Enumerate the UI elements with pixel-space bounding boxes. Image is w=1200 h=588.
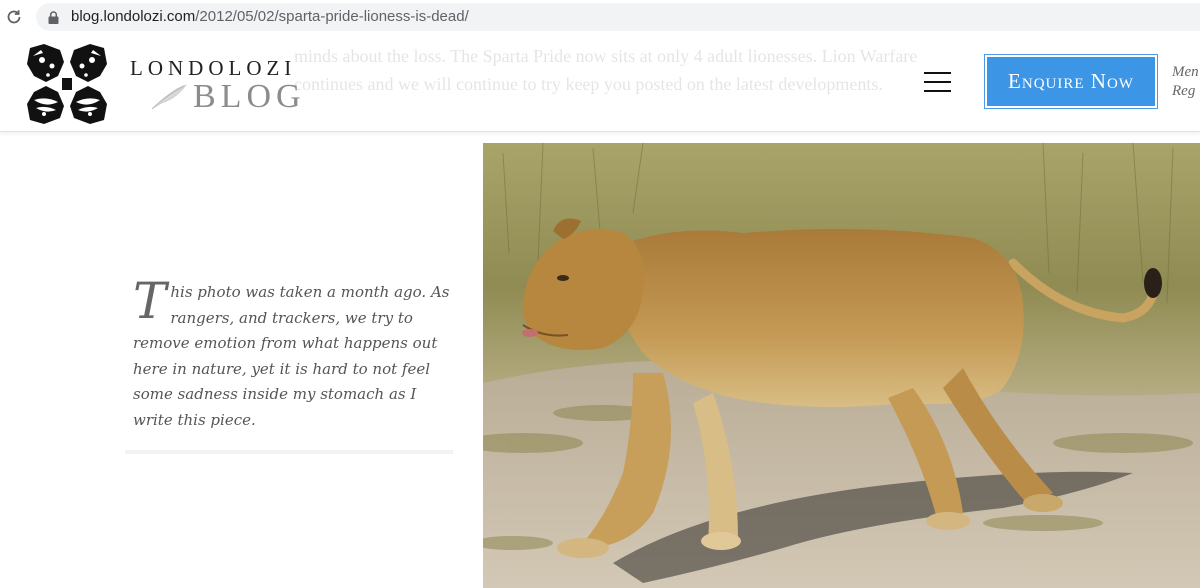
feather-icon [151, 84, 187, 110]
behind-text-line-2: continues and we will continue to try ke… [294, 74, 883, 94]
lock-icon[interactable] [48, 11, 59, 24]
site-header: minds about the loss. The Sparta Pride n… [0, 36, 1200, 132]
enquire-now-button[interactable]: Enquire Now [984, 54, 1158, 109]
header-side-links[interactable]: Men Reg [1172, 63, 1200, 101]
url-path: /2012/05/02/sparta-pride-lioness-is-dead… [195, 8, 469, 25]
lioness-photo-illustration [483, 143, 1200, 588]
address-bar[interactable]: blog.londolozi.com/2012/05/02/sparta-pri… [36, 3, 1200, 31]
reload-icon[interactable] [5, 8, 23, 26]
header-side-line-1: Men [1172, 64, 1199, 80]
behind-text-line-1: minds about the loss. The Sparta Pride n… [294, 46, 918, 66]
url-text[interactable]: blog.londolozi.com/2012/05/02/sparta-pri… [71, 8, 469, 25]
pull-quote: This photo was taken a month ago. As ran… [133, 272, 451, 433]
drop-cap: T [133, 272, 167, 330]
quote-divider [125, 450, 453, 454]
scrolled-content-behind-header: minds about the loss. The Sparta Pride n… [294, 42, 974, 98]
url-domain: blog.londolozi.com [71, 8, 196, 25]
londolozi-leopard-logo-icon[interactable] [24, 42, 110, 126]
pull-quote-text: his photo was taken a month ago. As rang… [133, 283, 450, 429]
browser-toolbar: blog.londolozi.com/2012/05/02/sparta-pri… [0, 0, 1200, 36]
header-side-line-2: Reg [1172, 83, 1196, 99]
logo-wordmark-bottom[interactable]: BLOG [193, 78, 306, 116]
lioness-walking-photo [483, 143, 1200, 588]
hamburger-menu-icon[interactable] [924, 72, 952, 94]
